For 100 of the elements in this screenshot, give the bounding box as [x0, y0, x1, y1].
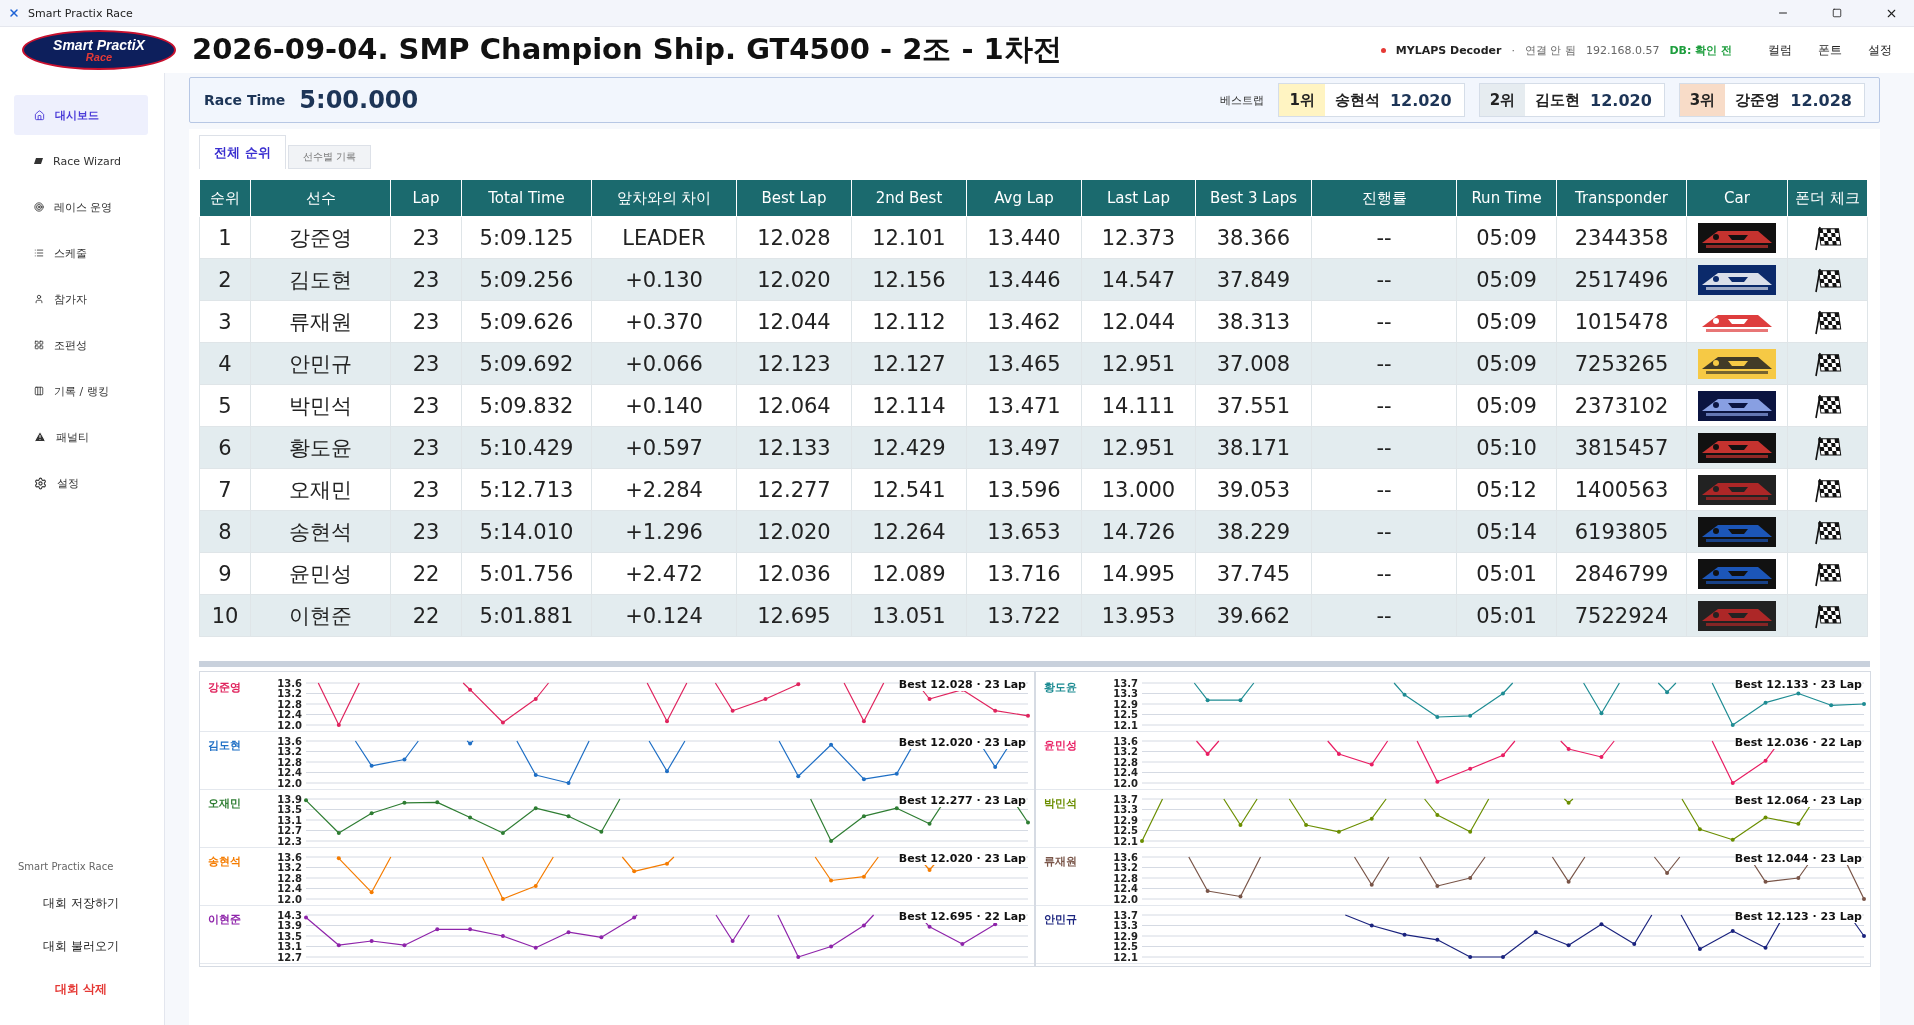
header-button[interactable]: 컬럼	[1760, 41, 1800, 59]
column-header: Best Lap	[736, 179, 852, 217]
checkered-flag-icon	[1813, 602, 1842, 629]
table-cell: 12.127	[872, 351, 946, 376]
nav-item[interactable]: 설정	[14, 463, 148, 503]
table-cell: 12.277	[757, 477, 831, 502]
table-cell: 10	[211, 603, 239, 628]
table-cell: --	[1376, 225, 1392, 250]
table-cell: 23	[412, 393, 440, 418]
best-lap-label: Best 12.064 · 23 Lap	[1734, 794, 1862, 807]
nav-item[interactable]: 조편성	[14, 325, 148, 365]
table-cell: 안민규	[289, 351, 352, 376]
driver-name: 박민석	[1043, 796, 1078, 812]
lap-time: 12.020	[1590, 90, 1653, 110]
tab[interactable]: 선수별 기록	[287, 145, 371, 169]
column-header: 선수	[250, 179, 391, 217]
action-button[interactable]: 대회 삭제	[14, 972, 148, 1006]
nav-item[interactable]: 대시보드	[14, 95, 148, 135]
db-status: DB: 확인 전	[1669, 42, 1732, 58]
axis-label: 13.7	[1113, 677, 1138, 689]
lap-time: 12.020	[1389, 90, 1453, 110]
table-cell: 05:09	[1476, 267, 1537, 292]
nav-item[interactable]: 참가자	[14, 279, 148, 319]
axis-label: 12.1	[1113, 719, 1138, 731]
table-cell: 3	[218, 309, 232, 334]
axis-label: 12.4	[1113, 767, 1138, 778]
app-logo: Smart PractiX Race	[22, 30, 176, 70]
axis-label: 12.4	[277, 883, 302, 894]
table-cell: 송현석	[289, 519, 352, 544]
table-cell: 5:09.256	[479, 267, 574, 292]
axis-label: 13.3	[1113, 804, 1138, 815]
table-cell: 6	[218, 435, 232, 460]
table-cell: 05:10	[1476, 435, 1537, 460]
table-cell: 38.171	[1216, 435, 1291, 460]
table-cell: +2.472	[625, 561, 703, 586]
table-cell: 5:09.832	[479, 393, 574, 418]
table-cell: --	[1376, 351, 1392, 376]
race-time-value: 5:00.000	[299, 86, 420, 114]
table-cell: 12.133	[757, 435, 831, 460]
table-cell: 12.156	[872, 267, 946, 292]
table-cell: 23	[412, 309, 440, 334]
table-cell: 38.229	[1216, 519, 1291, 544]
column-header: Last Lap	[1081, 179, 1196, 217]
nav-item[interactable]: Race Wizard	[14, 141, 148, 181]
table-cell: 12.429	[872, 435, 946, 460]
nav-item[interactable]: 기록 / 랭킹	[14, 371, 148, 411]
driver-name: 이현준	[207, 912, 242, 928]
table-cell: 12.114	[872, 393, 946, 418]
best-lap-label: Best 12.123 · 23 Lap	[1734, 910, 1862, 923]
table-cell: 12.695	[757, 603, 831, 628]
driver-name: 송현석	[1333, 90, 1381, 110]
axis-label: 12.1	[1113, 835, 1138, 847]
axis-label: 13.6	[277, 677, 302, 689]
table-cell: 13.465	[987, 351, 1061, 376]
table-cell: 1400563	[1574, 477, 1669, 502]
action-button[interactable]: 대회 불러오기	[14, 929, 148, 963]
nav-item[interactable]: 레이스 운영	[14, 187, 148, 227]
table-cell: 오재민	[289, 477, 352, 502]
axis-label: 13.3	[1113, 688, 1138, 699]
table-cell: 39.053	[1216, 477, 1291, 502]
table-cell: 12.044	[1101, 309, 1176, 334]
action-button[interactable]: 대회 저장하기	[14, 886, 148, 920]
table-cell: 5:01.881	[479, 603, 574, 628]
table-cell: 5:09.692	[479, 351, 574, 376]
table-cell: 7	[218, 477, 232, 502]
settings-icon	[34, 476, 47, 490]
axis-label: 12.8	[1113, 756, 1138, 768]
column-header: 앞차와의 차이	[591, 179, 737, 217]
axis-label: 13.6	[277, 851, 302, 863]
nav-item[interactable]: 스케줄	[14, 233, 148, 273]
table-cell: 23	[412, 267, 440, 292]
table-cell: 23	[412, 519, 440, 544]
axis-label: 12.1	[1113, 951, 1138, 963]
column-header: Car	[1686, 179, 1788, 217]
header-button[interactable]: 설정	[1860, 41, 1900, 59]
axis-label: 13.9	[277, 793, 302, 805]
table-cell: 5:01.756	[479, 561, 574, 586]
table-cell: --	[1376, 519, 1392, 544]
table-cell: 23	[412, 351, 440, 376]
axis-label: 12.7	[277, 825, 302, 836]
table-cell: --	[1376, 603, 1392, 628]
tab[interactable]: 전체 순위	[199, 135, 286, 169]
nav-item[interactable]: 패널티	[14, 417, 148, 457]
table-cell: 12.951	[1101, 351, 1176, 376]
table-cell: 05:14	[1476, 519, 1537, 544]
axis-label: 13.9	[277, 920, 302, 931]
axis-label: 12.4	[277, 767, 302, 778]
list-icon	[34, 248, 44, 258]
table-cell: 5:09.125	[479, 225, 574, 250]
table-cell: 38.313	[1216, 309, 1291, 334]
axis-label: 13.6	[1113, 735, 1138, 747]
axis-label: 12.0	[277, 719, 302, 731]
table-cell: +0.597	[625, 435, 703, 460]
driver-name: 송현석	[207, 854, 242, 870]
header-button[interactable]: 폰트	[1810, 41, 1850, 59]
table-cell: +0.066	[625, 351, 703, 376]
axis-label: 13.6	[1113, 851, 1138, 863]
table-cell: 13.051	[872, 603, 946, 628]
axis-label: 12.9	[1113, 698, 1138, 710]
table-cell: 류재원	[289, 309, 352, 334]
